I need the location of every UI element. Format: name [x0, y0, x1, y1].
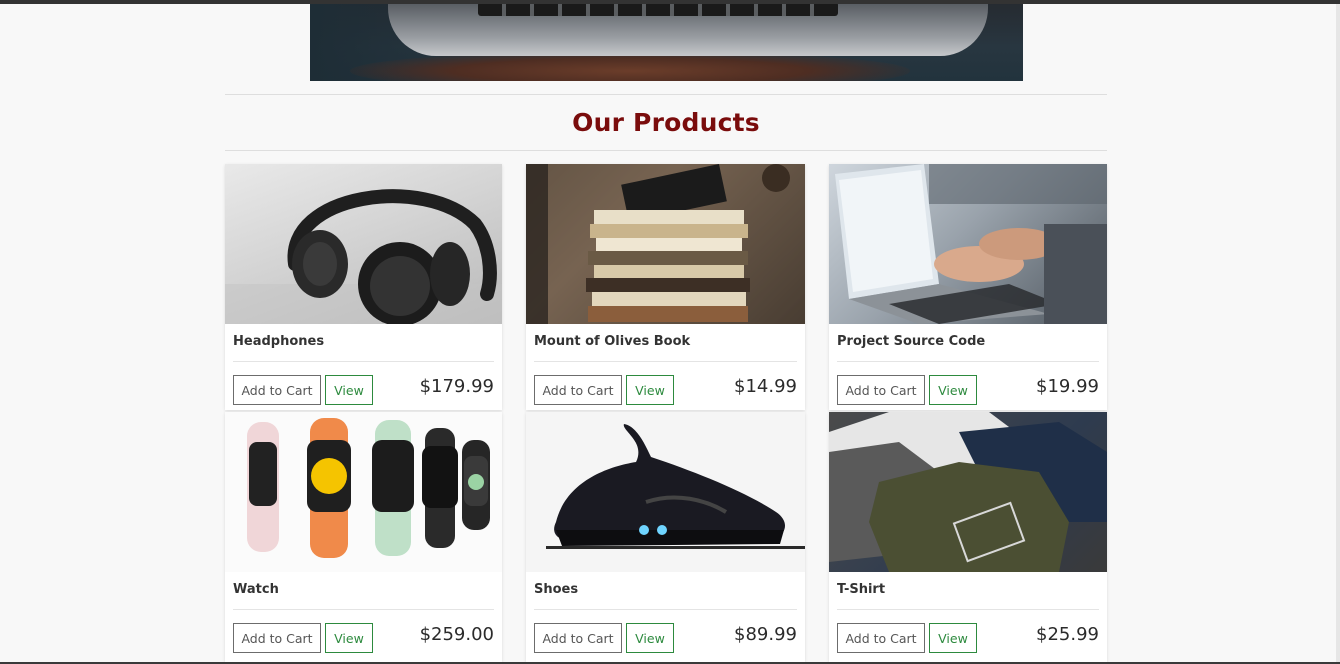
product-card-shoes: Shoes Add to Cart View $89.99	[526, 412, 805, 662]
add-to-cart-button[interactable]: Add to Cart	[837, 375, 925, 405]
laptop-typing-illustration	[835, 164, 1107, 324]
product-card-book: Mount of Olives Book Add to Cart View $1…	[526, 164, 805, 410]
product-image-headphones[interactable]	[225, 164, 502, 324]
books-illustration	[526, 164, 805, 324]
card-divider	[837, 361, 1099, 362]
product-card-tshirt: T-Shirt Add to Cart View $25.99	[829, 412, 1107, 662]
add-to-cart-button[interactable]: Add to Cart	[837, 623, 925, 653]
view-button[interactable]: View	[325, 623, 373, 653]
product-image-shoes[interactable]	[526, 412, 805, 572]
product-card-source-code: Project Source Code Add to Cart View $19…	[829, 164, 1107, 410]
shoe-illustration	[546, 424, 805, 549]
card-divider	[233, 609, 494, 610]
product-name: Project Source Code	[837, 334, 986, 349]
headphones-illustration	[225, 189, 502, 324]
product-image-tshirt[interactable]	[829, 412, 1107, 572]
tshirts-illustration	[829, 412, 1107, 572]
product-card-headphones: Headphones Add to Cart View $179.99	[225, 164, 502, 410]
view-button[interactable]: View	[929, 375, 977, 405]
add-to-cart-button[interactable]: Add to Cart	[534, 375, 622, 405]
product-image-source-code[interactable]	[829, 164, 1107, 324]
product-card-watch: Watch Add to Cart View $259.00	[225, 412, 502, 662]
scrollbar-track[interactable]	[1336, 4, 1340, 664]
view-button[interactable]: View	[929, 623, 977, 653]
section-title: Our Products	[572, 108, 760, 137]
product-price: $89.99	[734, 624, 797, 645]
product-name: Shoes	[534, 582, 579, 597]
add-to-cart-button[interactable]: Add to Cart	[534, 623, 622, 653]
card-divider	[233, 361, 494, 362]
product-price: $179.99	[419, 376, 494, 397]
hero-banner-image	[310, 4, 1023, 81]
card-divider	[534, 609, 797, 610]
view-button[interactable]: View	[626, 623, 674, 653]
card-divider	[534, 361, 797, 362]
add-to-cart-button[interactable]: Add to Cart	[233, 375, 321, 405]
product-name: T-Shirt	[837, 582, 886, 597]
product-price: $259.00	[419, 624, 494, 645]
watches-illustration	[247, 418, 490, 558]
product-image-book[interactable]	[526, 164, 805, 324]
view-button[interactable]: View	[626, 375, 674, 405]
product-name: Watch	[233, 582, 279, 597]
product-name: Headphones	[233, 334, 325, 349]
section-divider-top	[225, 94, 1107, 95]
product-price: $25.99	[1036, 624, 1099, 645]
product-price: $19.99	[1036, 376, 1099, 397]
product-image-watch[interactable]	[225, 412, 502, 572]
product-name: Mount of Olives Book	[534, 334, 691, 349]
hero-laptop	[388, 4, 988, 56]
product-price: $14.99	[734, 376, 797, 397]
add-to-cart-button[interactable]: Add to Cart	[233, 623, 321, 653]
card-divider	[837, 609, 1099, 610]
view-button[interactable]: View	[325, 375, 373, 405]
section-divider-bottom	[225, 150, 1107, 151]
